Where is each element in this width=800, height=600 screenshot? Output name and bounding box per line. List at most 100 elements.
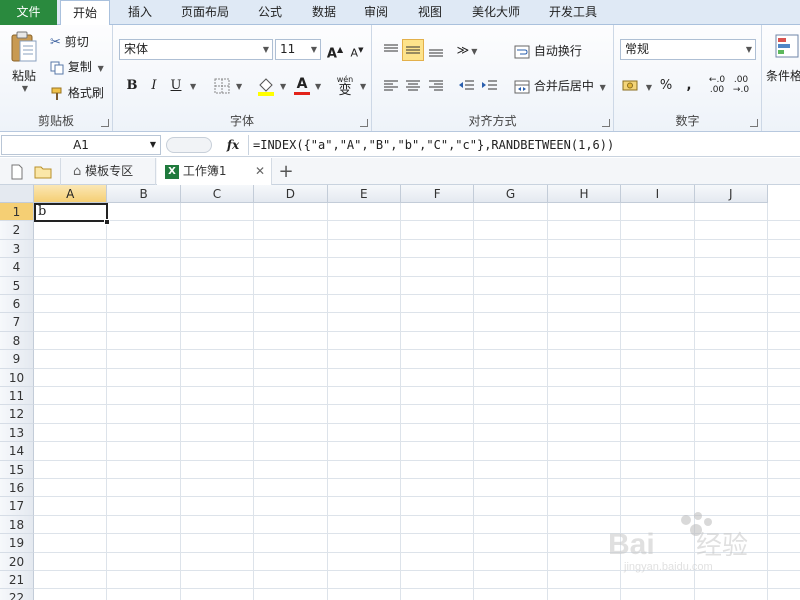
column-header-g[interactable]: G (474, 185, 548, 203)
fill-color-icon[interactable] (257, 76, 275, 96)
row-header-4[interactable]: 4 (0, 258, 34, 277)
shrink-font-button[interactable]: A▼ (346, 39, 368, 61)
italic-button[interactable]: I (143, 75, 165, 97)
orientation-button[interactable]: ≫ ▼ (456, 39, 478, 61)
tab-developer[interactable]: 开发工具 (540, 0, 606, 25)
font-name-select[interactable]: 宋体 ▼ (119, 39, 273, 60)
formula-input[interactable]: =INDEX({"a","A","B","b","C","c"},RANDBET… (248, 135, 800, 155)
row-header-1[interactable]: 1 (0, 203, 34, 222)
number-launcher-icon[interactable] (750, 119, 758, 127)
conditional-format-icon[interactable] (774, 33, 800, 59)
select-all-corner[interactable] (0, 185, 34, 203)
fill-handle[interactable] (104, 219, 110, 225)
row-header-13[interactable]: 13 (0, 423, 34, 443)
align-right-icon[interactable] (425, 75, 447, 97)
close-icon[interactable]: ✕ (255, 158, 265, 185)
tab-page-layout[interactable]: 页面布局 (170, 0, 240, 25)
row-header-14[interactable]: 14 (0, 442, 34, 461)
font-color-dropdown-icon[interactable]: ▼ (315, 82, 321, 91)
tab-data[interactable]: 数据 (302, 0, 346, 25)
column-header-a[interactable]: A (34, 185, 108, 203)
add-tab-button[interactable]: + (276, 158, 296, 185)
copy-label: 复制 (67, 60, 92, 74)
row-header-3[interactable]: 3 (0, 239, 34, 259)
row-header-20[interactable]: 20 (0, 552, 34, 571)
tab-workbook1[interactable]: X 工作簿1 ✕ (157, 158, 272, 185)
grow-font-button[interactable]: A▲ (324, 39, 346, 61)
align-left-icon[interactable] (380, 75, 402, 97)
tab-formulas[interactable]: 公式 (248, 0, 292, 25)
wrap-text-button[interactable]: 自动换行 (514, 42, 582, 59)
font-size-select[interactable]: 11 ▼ (275, 39, 321, 60)
row-header-17[interactable]: 17 (0, 497, 34, 516)
formula-bar-splitter[interactable] (166, 137, 212, 153)
decrease-decimal-button[interactable]: .00 →.0 (730, 75, 752, 97)
row-header-9[interactable]: 9 (0, 350, 34, 369)
align-middle-icon (406, 46, 420, 54)
column-header-c[interactable]: C (180, 185, 255, 203)
row-header-6[interactable]: 6 (0, 295, 34, 314)
tab-file[interactable]: 文件 (0, 0, 57, 25)
paste-button[interactable]: 粘贴 ▼ (6, 31, 42, 101)
copy-button[interactable]: 复制 ▼ (50, 58, 104, 75)
cell-a1[interactable]: b (34, 203, 108, 222)
column-header-f[interactable]: F (401, 185, 475, 203)
tab-view[interactable]: 视图 (408, 0, 452, 25)
underline-dropdown-icon[interactable]: ▼ (190, 82, 196, 91)
column-header-d[interactable]: D (254, 185, 328, 203)
row-header-16[interactable]: 16 (0, 479, 34, 498)
row-header-19[interactable]: 19 (0, 534, 34, 553)
fill-color-dropdown-icon[interactable]: ▼ (280, 82, 286, 91)
name-box[interactable]: A1 ▼ (1, 135, 161, 155)
row-header-2[interactable]: 2 (0, 221, 34, 240)
conditional-format-label[interactable]: 条件格 (766, 67, 800, 84)
row-header-8[interactable]: 8 (0, 331, 34, 351)
percent-button[interactable]: % (655, 75, 677, 97)
clipboard-launcher-icon[interactable] (101, 119, 109, 127)
new-file-icon[interactable] (10, 164, 24, 180)
increase-decimal-button[interactable]: ←.0.00 (706, 75, 728, 97)
tab-insert[interactable]: 插入 (118, 0, 162, 25)
row-header-12[interactable]: 12 (0, 405, 34, 424)
row-header-22[interactable]: 22 (0, 589, 34, 600)
cut-button[interactable]: ✂ 剪切 (50, 33, 89, 50)
row-header-10[interactable]: 10 (0, 368, 34, 387)
align-middle-button[interactable] (402, 39, 424, 61)
accounting-format-button[interactable]: ▼ (622, 78, 652, 94)
underline-button[interactable]: U (165, 75, 187, 97)
row-header-5[interactable]: 5 (0, 276, 34, 295)
align-bottom-icon[interactable] (425, 39, 447, 61)
format-painter-button[interactable]: 格式刷 (50, 84, 104, 101)
column-header-h[interactable]: H (547, 185, 622, 203)
open-folder-icon[interactable] (34, 164, 52, 180)
row-header-11[interactable]: 11 (0, 387, 34, 406)
row-header-7[interactable]: 7 (0, 313, 34, 332)
row-header-21[interactable]: 21 (0, 571, 34, 590)
column-header-e[interactable]: E (327, 185, 401, 203)
font-launcher-icon[interactable] (360, 119, 368, 127)
column-header-j[interactable]: J (694, 185, 768, 203)
alignment-launcher-icon[interactable] (602, 119, 610, 127)
tab-templates[interactable]: ⌂ 模板专区 (60, 158, 156, 185)
phonetic-dropdown-icon[interactable]: ▼ (360, 82, 366, 91)
border-icon[interactable] (214, 78, 230, 94)
decrease-indent-icon[interactable] (456, 75, 478, 97)
phonetic-button[interactable]: wén 变 (333, 74, 357, 97)
border-dropdown-icon[interactable]: ▼ (236, 82, 242, 91)
row-header-18[interactable]: 18 (0, 515, 34, 535)
tab-beautify-master[interactable]: 美化大师 (462, 0, 530, 25)
number-format-select[interactable]: 常规 ▼ (620, 39, 756, 60)
align-center-icon[interactable] (402, 75, 424, 97)
tab-home[interactable]: 开始 (60, 0, 110, 26)
increase-indent-icon[interactable] (479, 75, 501, 97)
font-color-button[interactable]: A (293, 76, 311, 95)
bold-button[interactable]: B (121, 75, 143, 97)
column-header-i[interactable]: I (621, 185, 695, 203)
align-top-icon[interactable] (380, 39, 402, 61)
column-header-b[interactable]: B (107, 185, 181, 203)
tab-review[interactable]: 审阅 (354, 0, 398, 25)
comma-button[interactable]: , (678, 75, 700, 97)
row-header-15[interactable]: 15 (0, 460, 34, 479)
merge-center-button[interactable]: 合并后居中 ▼ (514, 77, 606, 94)
insert-function-icon[interactable]: fx (222, 135, 244, 155)
